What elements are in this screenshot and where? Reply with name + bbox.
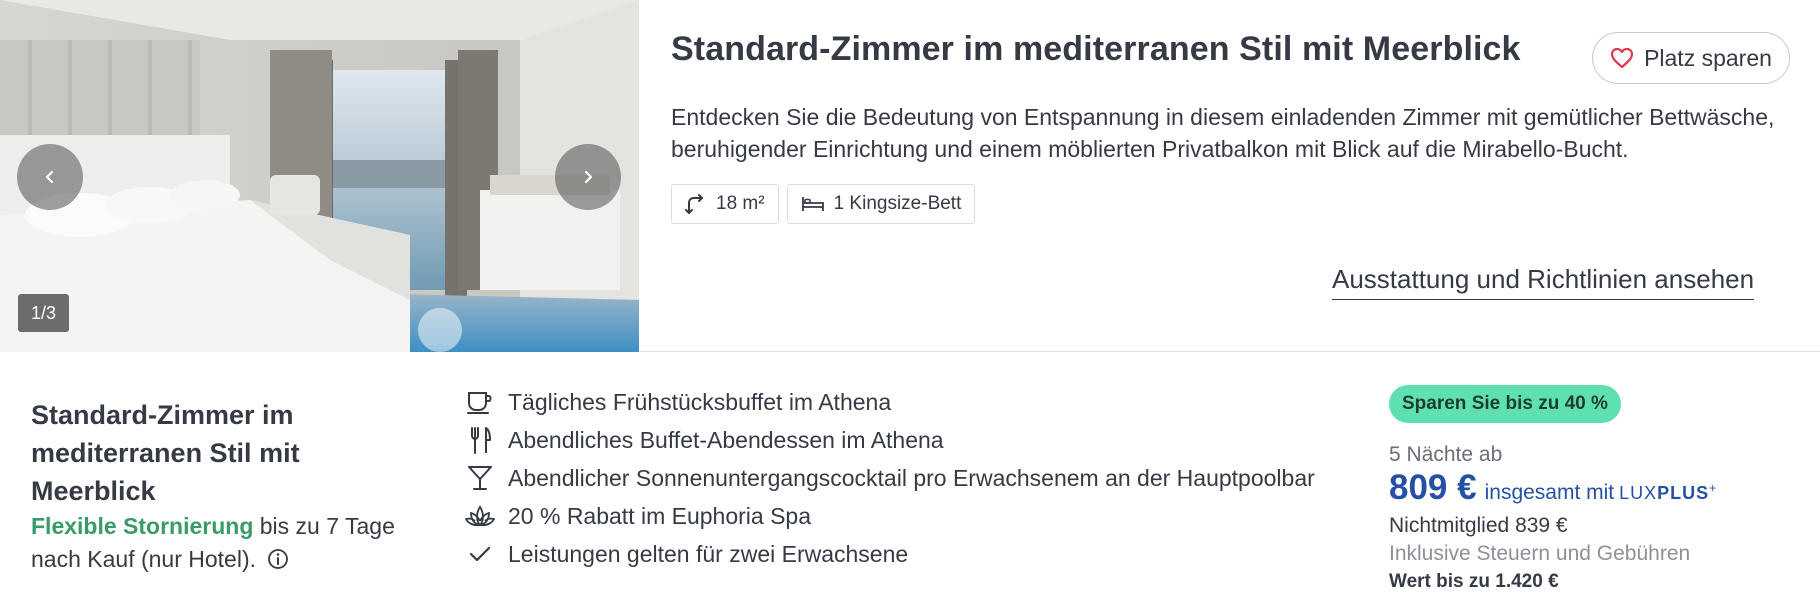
rate-title: Standard-Zimmer im mediterranen Stil mit…	[31, 400, 300, 506]
luxplus-sign: +	[1709, 481, 1718, 495]
inclusion-item: 20 % Rabatt im Euphoria Spa	[464, 497, 1315, 535]
save-place-label: Platz sparen	[1644, 44, 1772, 71]
flexible-cancellation-label: Flexible Stornierung	[31, 513, 254, 539]
inclusion-item: Leistungen gelten für zwei Erwachsene	[464, 535, 1315, 573]
inclusion-item: Tägliches Frühstücksbuffet im Athena	[464, 383, 1315, 421]
heart-icon	[1610, 47, 1634, 69]
cutlery-icon	[471, 427, 491, 454]
nonmember-price: Nichtmitglied 839 €	[1389, 514, 1568, 538]
room-photo	[0, 0, 639, 352]
info-icon[interactable]	[267, 548, 289, 570]
nonmember-amount: 839 €	[1515, 514, 1568, 537]
coffee-cup-icon	[467, 392, 492, 414]
inclusion-label: Abendliches Buffet-Abendessen im Athena	[508, 426, 944, 453]
member-price-row: 809 € insgesamt mit LUXPLUS+	[1389, 468, 1717, 508]
package-inclusions: Tägliches Frühstücksbuffet im Athena Abe…	[464, 383, 1315, 573]
inclusion-label: Leistungen gelten für zwei Erwachsene	[508, 540, 909, 567]
bed-icon	[801, 197, 824, 211]
checkmark-icon	[469, 546, 491, 562]
value-note: Wert bis zu 1.420 €	[1389, 571, 1559, 592]
chevron-left-icon	[45, 170, 54, 184]
lotus-icon	[465, 505, 495, 527]
gallery-counter: 1/3	[18, 294, 69, 332]
room-title: Standard-Zimmer im mediterranen Stil mit…	[671, 30, 1521, 68]
inclusion-label: Tägliches Frühstücksbuffet im Athena	[508, 388, 892, 415]
savings-badge: Sparen Sie bis zu 40 %	[1389, 385, 1621, 423]
room-description: Entdecken Sie die Bedeutung von Entspann…	[671, 104, 1775, 162]
room-header-section: 1/3 Standard-Zimmer im mediterranen Stil…	[0, 0, 1820, 352]
taxes-note: Inklusive Steuern und Gebühren	[1389, 542, 1691, 565]
price-suffix: insgesamt mit	[1484, 481, 1615, 504]
inclusion-item: Abendlicher Sonnenuntergangscocktail pro…	[464, 459, 1315, 497]
nights-label: 5 Nächte ab	[1389, 443, 1503, 466]
bed-type-chip: 1 Kingsize-Bett	[786, 184, 976, 224]
chevron-right-icon	[584, 170, 593, 184]
amenities-policies-link[interactable]: Ausstattung und Richtlinien ansehen	[1332, 264, 1755, 300]
nonmember-label: Nichtmitglied	[1389, 514, 1510, 537]
room-features: 18 m² 1 Kingsize-Bett	[671, 184, 976, 224]
inclusion-label: Abendlicher Sonnenuntergangscocktail pro…	[508, 464, 1315, 491]
room-size-icon	[685, 194, 703, 214]
gallery-next-button[interactable]	[555, 144, 621, 210]
inclusion-item: Abendliches Buffet-Abendessen im Athena	[464, 421, 1315, 459]
luxplus-logo: LUXPLUS+	[1619, 481, 1717, 504]
inclusion-label: 20 % Rabatt im Euphoria Spa	[508, 502, 812, 529]
room-photo-gallery[interactable]: 1/3	[0, 0, 639, 352]
cocktail-icon	[468, 466, 492, 490]
room-size-chip: 18 m²	[671, 184, 779, 224]
luxplus-plus: PLUS	[1657, 483, 1710, 503]
gallery-prev-button[interactable]	[17, 144, 83, 210]
member-price: 809 €	[1389, 468, 1477, 507]
luxplus-lux: LUX	[1619, 483, 1658, 503]
room-size-label: 18 m²	[716, 193, 765, 214]
bed-type-label: 1 Kingsize-Bett	[833, 193, 962, 214]
save-place-button[interactable]: Platz sparen	[1592, 32, 1790, 84]
cancellation-policy: Flexible Stornierung bis zu 7 Tage nach …	[31, 510, 411, 576]
